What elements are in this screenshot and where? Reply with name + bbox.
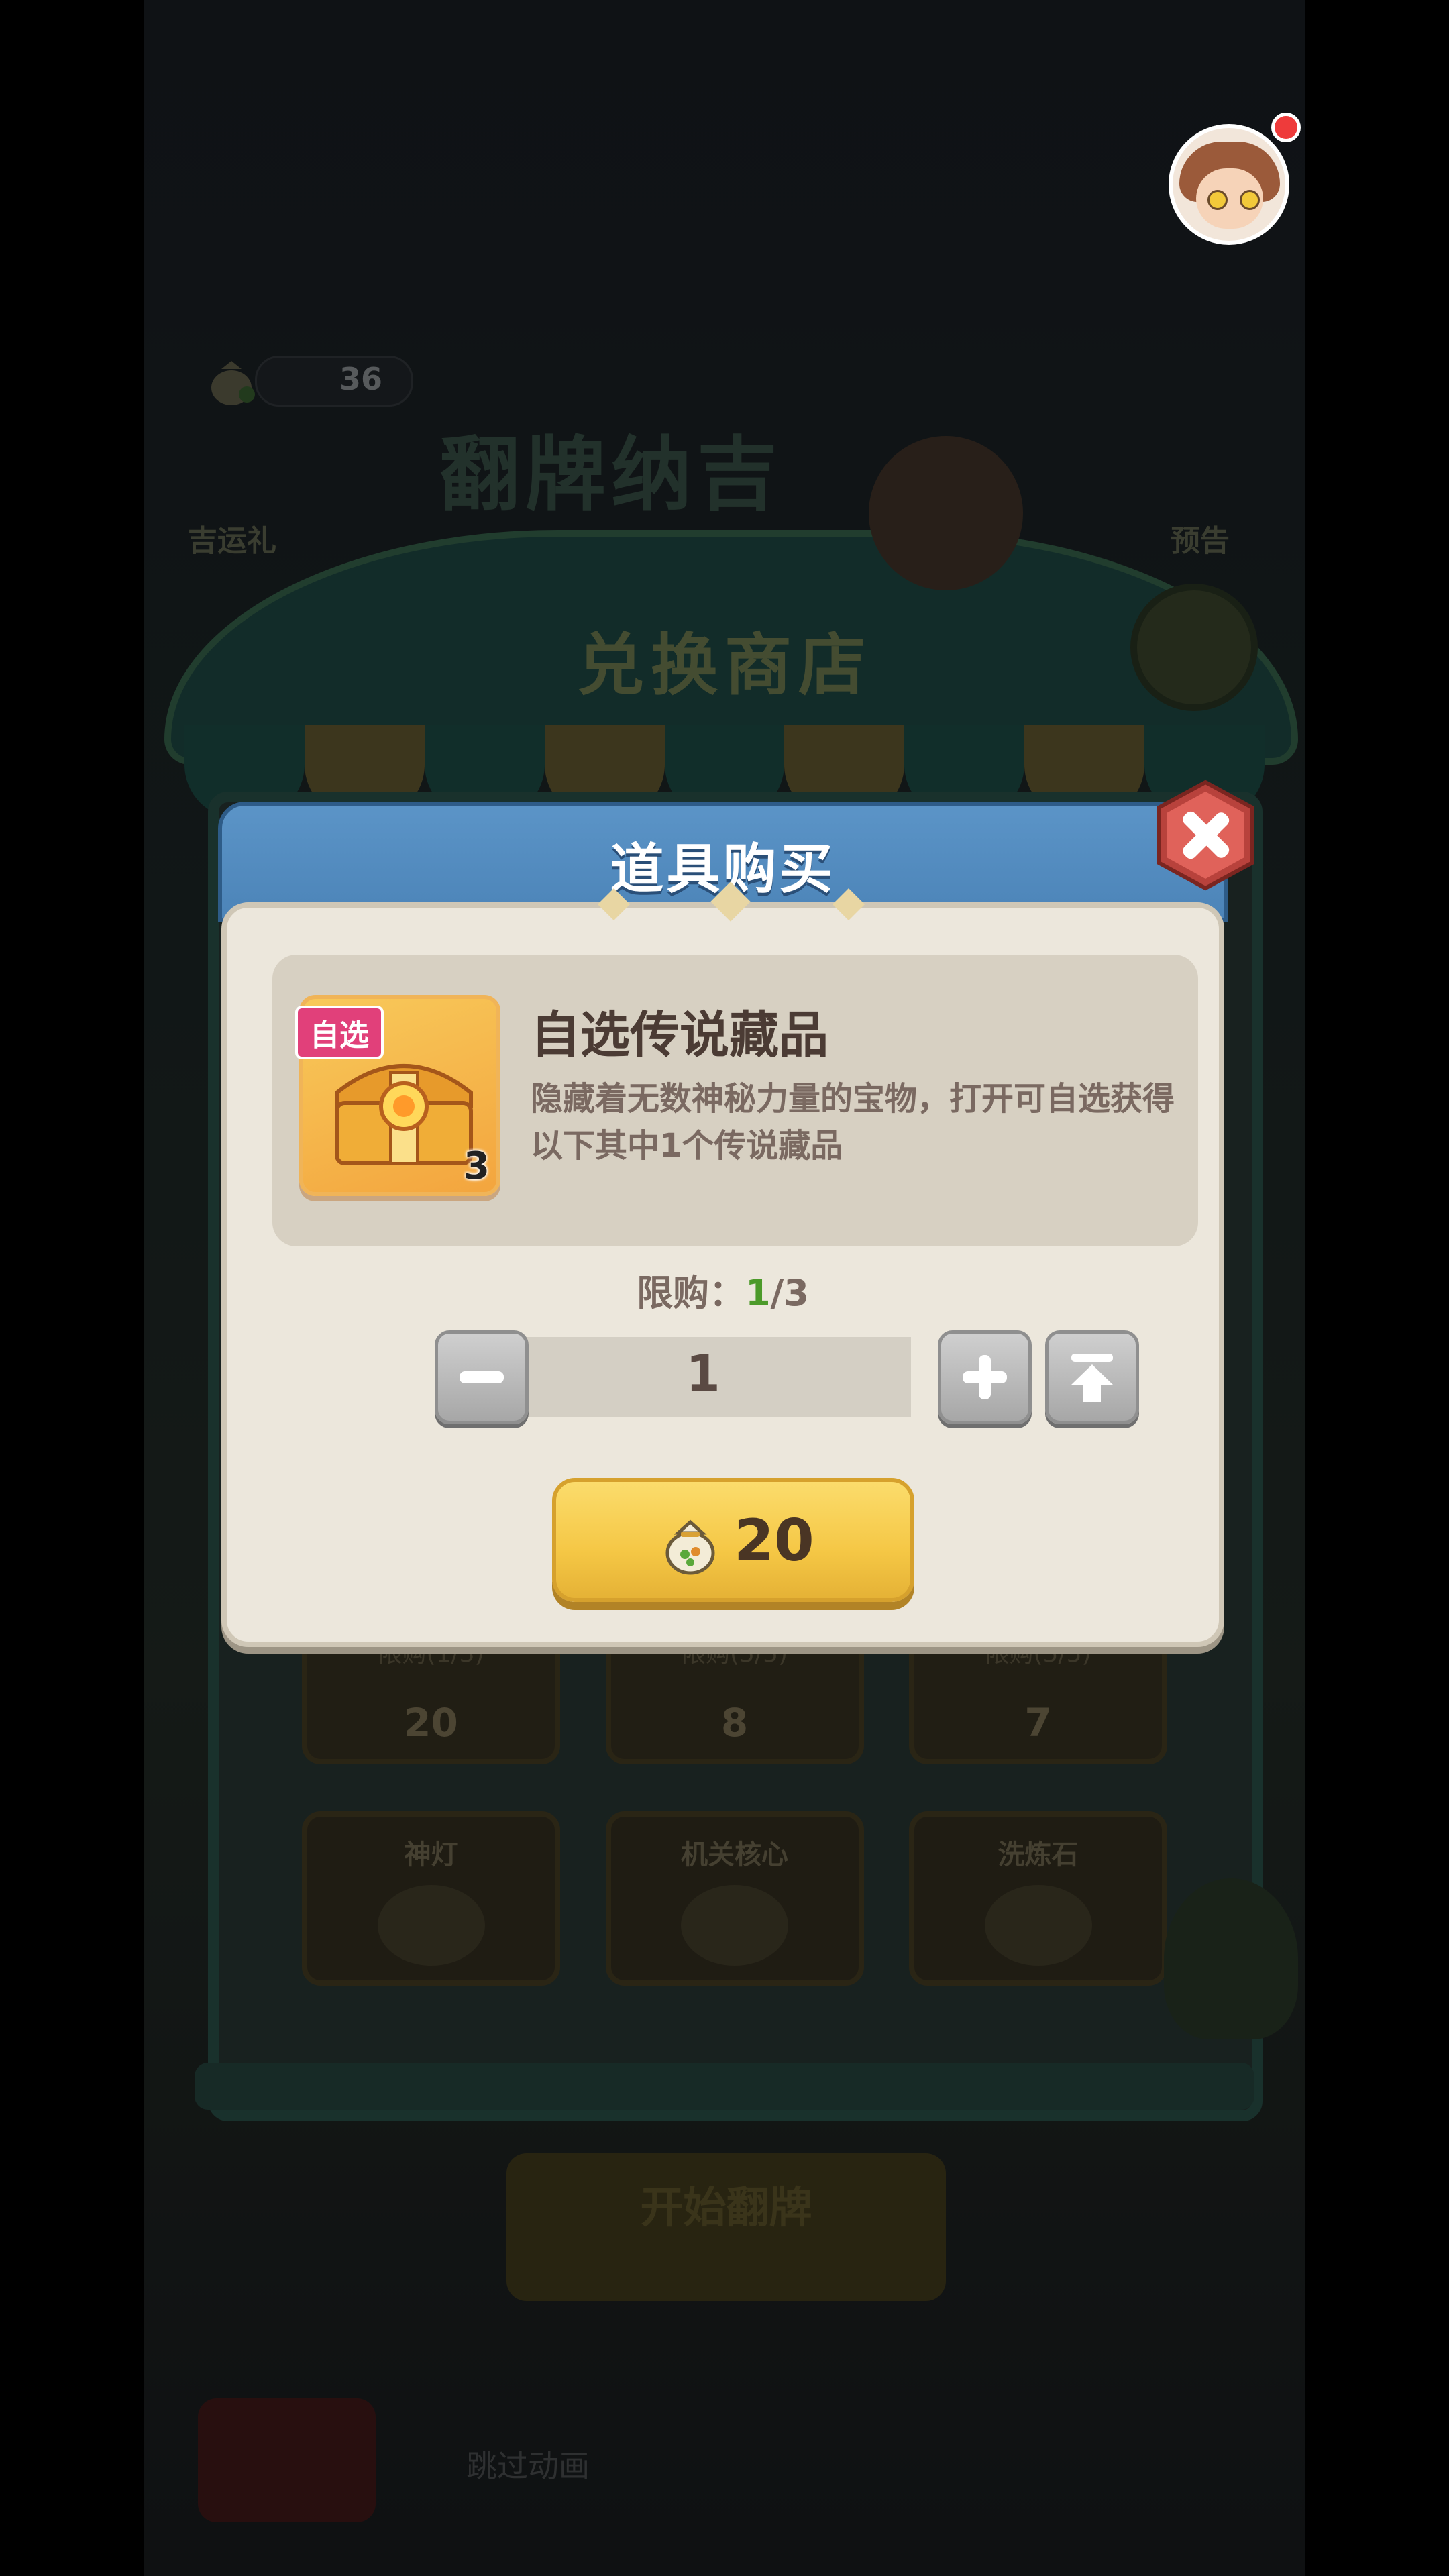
- quantity-value[interactable]: 1: [495, 1345, 911, 1403]
- avatar-eye: [1240, 190, 1260, 210]
- purchase-limit-current: 1: [745, 1272, 771, 1314]
- close-button[interactable]: [1152, 778, 1259, 892]
- purchase-limit-total: /3: [770, 1272, 809, 1314]
- minus-icon: [460, 1371, 504, 1383]
- max-quantity-button[interactable]: [1045, 1330, 1139, 1424]
- notification-dot: [1271, 113, 1301, 142]
- decrease-button[interactable]: [435, 1330, 529, 1424]
- quantity-stepper: 1: [435, 1330, 1146, 1424]
- item-icon[interactable]: 自选 3: [295, 995, 500, 1196]
- plus-icon: [963, 1355, 1007, 1399]
- purchase-limit-label: 限购：: [637, 1272, 746, 1314]
- dialog-body: 自选 3 自选传说藏品 隐藏着无数神秘力量的宝物，打开可自选获得以下其中1个传说…: [221, 881, 1224, 1647]
- money-bag-icon: [665, 1519, 715, 1575]
- player-avatar[interactable]: [1169, 124, 1289, 245]
- buy-button[interactable]: 20: [552, 1478, 914, 1602]
- item-name: 自选传说藏品: [531, 1006, 828, 1064]
- self-select-tag: 自选: [295, 1006, 384, 1059]
- item-description: 隐藏着无数神秘力量的宝物，打开可自选获得以下其中1个传说藏品: [531, 1080, 1175, 1165]
- purchase-limit: 限购：1/3: [227, 1263, 1219, 1316]
- buy-price: 20: [734, 1507, 814, 1574]
- item-info-card: 自选 3 自选传说藏品 隐藏着无数神秘力量的宝物，打开可自选获得以下其中1个传说…: [272, 955, 1198, 1246]
- close-icon: [1157, 780, 1254, 891]
- max-icon: [1071, 1354, 1113, 1402]
- item-count: 3: [464, 1144, 490, 1188]
- purchase-dialog: 道具购买 自选 3 自选传说藏品 隐藏着无数神秘力量的宝物，打开可自选获得以下其…: [218, 802, 1228, 1654]
- increase-button[interactable]: [938, 1330, 1032, 1424]
- avatar-eye: [1208, 190, 1228, 210]
